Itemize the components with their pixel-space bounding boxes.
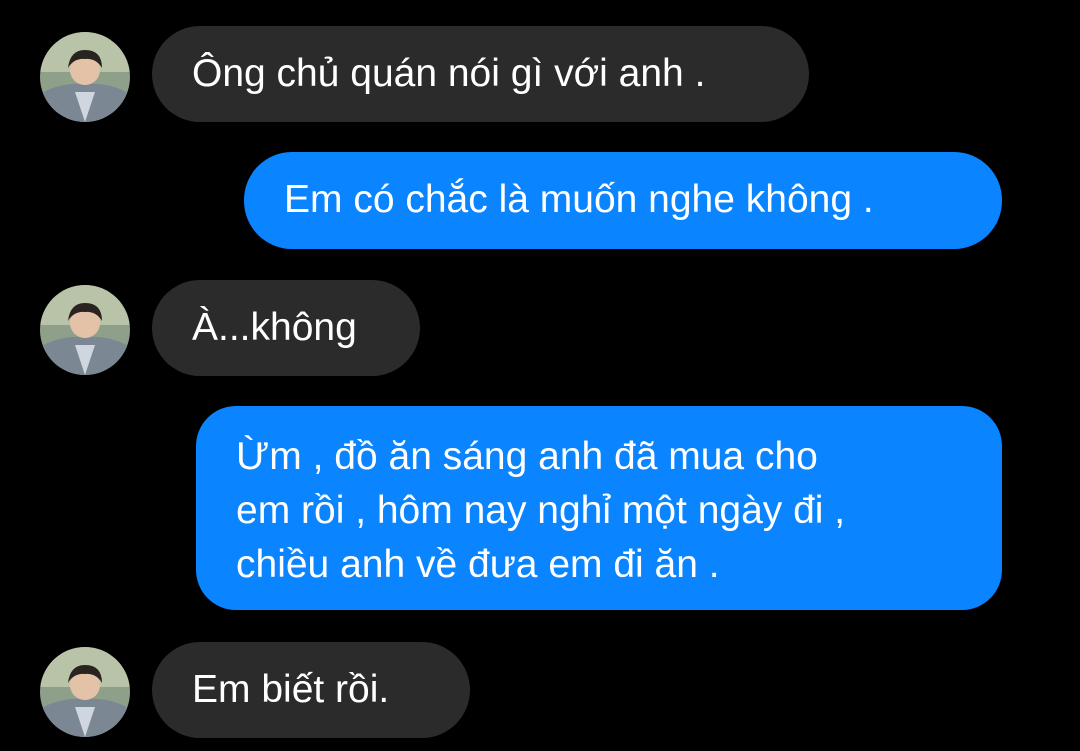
profile-photo-icon (40, 32, 130, 122)
profile-photo-icon (40, 647, 130, 737)
message-bubble-incoming[interactable]: Em biết rồi. (152, 642, 470, 738)
contact-avatar[interactable] (40, 647, 130, 737)
message-text: Em biết rồi. (192, 668, 390, 711)
message-bubble-outgoing[interactable]: Em có chắc là muốn nghe không . (244, 152, 1002, 249)
message-bubble-incoming[interactable]: Ông chủ quán nói gì với anh . (152, 26, 809, 122)
message-bubble-incoming[interactable]: À...không (152, 280, 420, 376)
message-text-line: em rồi , hôm nay nghỉ một ngày đi , (236, 489, 846, 532)
message-text-line: Ừm , đồ ăn sáng anh đã mua cho (236, 435, 818, 478)
profile-photo-icon (40, 285, 130, 375)
message-text: Ông chủ quán nói gì với anh . (192, 52, 706, 95)
message-text-line: chiều anh về đưa em đi ăn . (236, 543, 720, 586)
contact-avatar[interactable] (40, 285, 130, 375)
contact-avatar[interactable] (40, 32, 130, 122)
message-text: Em có chắc là muốn nghe không . (284, 178, 874, 221)
message-text: À...không (192, 306, 357, 349)
message-bubble-outgoing[interactable]: Ừm , đồ ăn sáng anh đã mua cho em rồi , … (196, 406, 1002, 610)
